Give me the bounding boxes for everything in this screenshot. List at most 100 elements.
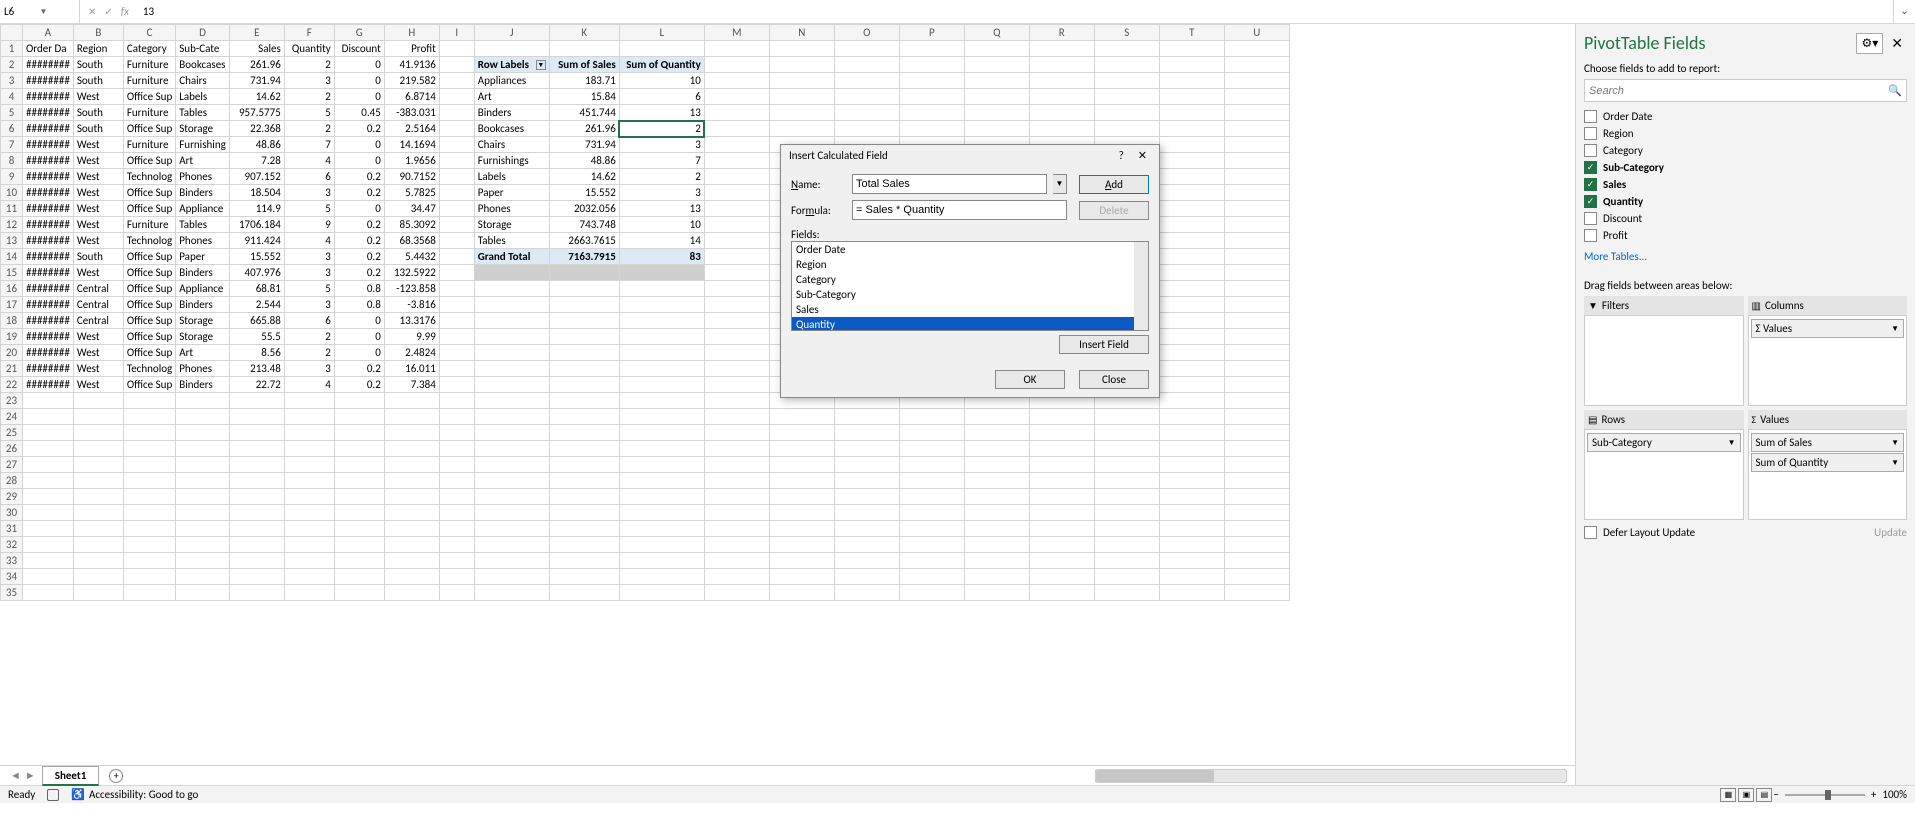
cell[interactable]: West: [73, 217, 123, 233]
cell[interactable]: [769, 425, 834, 441]
cell[interactable]: 0.2: [334, 185, 384, 201]
cell[interactable]: [1094, 73, 1159, 89]
cell[interactable]: ########: [23, 297, 74, 313]
cell[interactable]: [1224, 73, 1289, 89]
cell[interactable]: [769, 57, 834, 73]
cell[interactable]: [899, 41, 964, 57]
checkbox-icon[interactable]: [1584, 229, 1597, 242]
cell[interactable]: [229, 521, 284, 537]
cell[interactable]: 2: [284, 345, 334, 361]
cell[interactable]: [964, 57, 1029, 73]
search-icon[interactable]: 🔍: [1888, 84, 1902, 97]
cell[interactable]: Chairs: [474, 137, 549, 153]
cell[interactable]: [1224, 249, 1289, 265]
cell[interactable]: Furniture: [123, 73, 175, 89]
cell[interactable]: [176, 521, 230, 537]
cell[interactable]: [176, 425, 230, 441]
checkbox-icon[interactable]: ✓: [1584, 178, 1597, 191]
cell[interactable]: South: [73, 57, 123, 73]
cell[interactable]: [619, 265, 704, 281]
cell[interactable]: [1224, 41, 1289, 57]
cell[interactable]: [549, 537, 619, 553]
cell[interactable]: [1029, 409, 1094, 425]
cell[interactable]: Sub-Cate: [176, 41, 230, 57]
cell[interactable]: Category: [123, 41, 175, 57]
cell[interactable]: 1706.184: [229, 217, 284, 233]
cell[interactable]: [1159, 153, 1224, 169]
cell[interactable]: Quantity: [284, 41, 334, 57]
cell[interactable]: [769, 121, 834, 137]
cell[interactable]: [439, 345, 474, 361]
cell[interactable]: 15.552: [549, 185, 619, 201]
cell[interactable]: [704, 553, 769, 569]
cell[interactable]: [899, 89, 964, 105]
cell[interactable]: 2.5164: [384, 121, 439, 137]
cell[interactable]: Binders: [176, 377, 230, 393]
cell[interactable]: [1159, 249, 1224, 265]
cell[interactable]: Binders: [176, 297, 230, 313]
area-field-chip[interactable]: Sum of Quantity▼: [1751, 453, 1905, 472]
cell[interactable]: Central: [73, 281, 123, 297]
cell[interactable]: Binders: [176, 185, 230, 201]
chevron-left-icon[interactable]: ◄: [10, 769, 21, 782]
cell[interactable]: [439, 521, 474, 537]
cell[interactable]: [229, 553, 284, 569]
cell[interactable]: 5.7825: [384, 185, 439, 201]
cell[interactable]: Central: [73, 297, 123, 313]
row-header[interactable]: 26: [1, 441, 23, 457]
row-header[interactable]: 20: [1, 345, 23, 361]
cell[interactable]: [1224, 105, 1289, 121]
cell[interactable]: [474, 345, 549, 361]
cell[interactable]: [176, 441, 230, 457]
cell[interactable]: Storage: [176, 329, 230, 345]
cell[interactable]: [439, 41, 474, 57]
cell[interactable]: [284, 521, 334, 537]
select-all-corner[interactable]: [1, 25, 23, 41]
cell[interactable]: [474, 377, 549, 393]
formula-input[interactable]: 13: [137, 3, 1893, 20]
cell[interactable]: Storage: [176, 313, 230, 329]
cell[interactable]: [704, 169, 769, 185]
row-header[interactable]: 3: [1, 73, 23, 89]
cell[interactable]: 22.368: [229, 121, 284, 137]
cell[interactable]: [1224, 201, 1289, 217]
cell[interactable]: [1094, 89, 1159, 105]
cell[interactable]: [1029, 457, 1094, 473]
cell[interactable]: [123, 409, 175, 425]
cell[interactable]: [549, 457, 619, 473]
area-field-chip[interactable]: Σ Values▼: [1751, 319, 1905, 338]
cell[interactable]: ########: [23, 105, 74, 121]
cell[interactable]: ########: [23, 345, 74, 361]
cell[interactable]: 2: [284, 89, 334, 105]
cell[interactable]: [384, 585, 439, 601]
cell[interactable]: [229, 473, 284, 489]
row-header[interactable]: 16: [1, 281, 23, 297]
cell[interactable]: [23, 473, 74, 489]
cell[interactable]: [1094, 105, 1159, 121]
row-header[interactable]: 34: [1, 569, 23, 585]
cell[interactable]: [439, 217, 474, 233]
cell[interactable]: [384, 473, 439, 489]
cell[interactable]: West: [73, 137, 123, 153]
cell[interactable]: [384, 505, 439, 521]
cell[interactable]: Art: [474, 89, 549, 105]
column-header[interactable]: S: [1094, 25, 1159, 41]
cell[interactable]: West: [73, 329, 123, 345]
cell[interactable]: [1159, 473, 1224, 489]
cell[interactable]: [1159, 537, 1224, 553]
cell[interactable]: [23, 393, 74, 409]
field-checkbox-item[interactable]: Region: [1584, 125, 1907, 142]
cell[interactable]: 0: [334, 201, 384, 217]
search-box[interactable]: 🔍: [1584, 79, 1907, 102]
cell[interactable]: [704, 441, 769, 457]
cell[interactable]: [439, 233, 474, 249]
cell[interactable]: [474, 585, 549, 601]
cell[interactable]: [439, 265, 474, 281]
cell[interactable]: [1029, 569, 1094, 585]
cell[interactable]: [1224, 361, 1289, 377]
row-header[interactable]: 5: [1, 105, 23, 121]
scrollbar[interactable]: [1134, 242, 1148, 330]
cell[interactable]: Phones: [474, 201, 549, 217]
cell[interactable]: 731.94: [549, 137, 619, 153]
formula-input[interactable]: [852, 200, 1067, 220]
